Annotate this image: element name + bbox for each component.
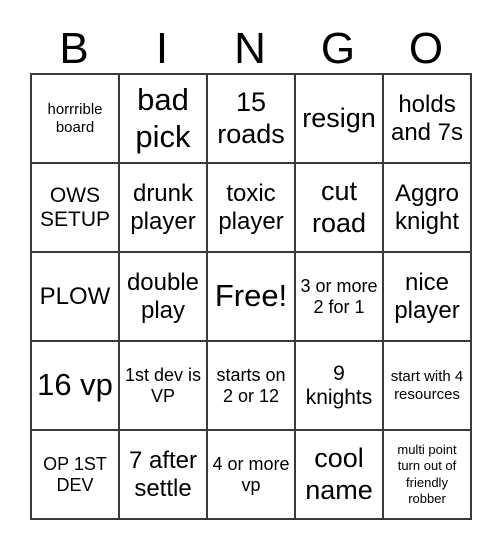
bingo-cell-label: 15 roads bbox=[217, 87, 285, 149]
bingo-grid-row: horrrible board bad pick 15 roads resign hol… bbox=[32, 75, 472, 164]
bingo-cell-label: horrrible board bbox=[47, 100, 103, 136]
bingo-cell[interactable]: 9 knights bbox=[296, 342, 384, 431]
bingo-cell-label: PLOW bbox=[39, 282, 111, 310]
bingo-cell-label: resign bbox=[302, 102, 376, 133]
bingo-cell-label: drunk player bbox=[130, 180, 196, 235]
bingo-card: B I N G O horrrible board bad pick 15 road… bbox=[30, 8, 472, 520]
bingo-cell[interactable]: multi point turn out of friendly robber bbox=[384, 431, 472, 520]
bingo-cell-label: 1st dev is VP bbox=[124, 364, 202, 406]
bingo-grid: horrrible board bad pick 15 roads resign hol… bbox=[30, 73, 472, 520]
bingo-cell-label: cut road bbox=[311, 176, 367, 238]
bingo-header-row: B I N G O bbox=[30, 8, 470, 73]
bingo-cell-label: double play bbox=[126, 269, 200, 324]
bingo-cell[interactable]: 7 after settle bbox=[120, 431, 208, 520]
bingo-header-letter-o: O bbox=[408, 24, 444, 73]
bingo-cell-label: multi point turn out of friendly robber bbox=[397, 442, 457, 506]
bingo-cell[interactable]: bad pick bbox=[120, 75, 208, 164]
bingo-header-letter-g: G bbox=[320, 24, 356, 73]
bingo-grid-row: OWS SETUP drunk player toxic player cut roa… bbox=[32, 164, 472, 253]
bingo-cell-label: holds and 7s bbox=[390, 91, 464, 146]
bingo-cell[interactable]: cut road bbox=[296, 164, 384, 253]
bingo-cell[interactable]: Aggro knight bbox=[384, 164, 472, 253]
bingo-cell[interactable]: nice player bbox=[384, 253, 472, 342]
bingo-cell-label: 9 knights bbox=[305, 361, 373, 409]
bingo-cell[interactable]: start with 4 resources bbox=[384, 342, 472, 431]
bingo-cell-label: starts on 2 or 12 bbox=[216, 364, 286, 406]
bingo-cell-label: OP 1ST DEV bbox=[43, 453, 107, 495]
bingo-cell-label: toxic player bbox=[218, 180, 284, 235]
bingo-cell[interactable]: 16 vp bbox=[32, 342, 120, 431]
bingo-cell[interactable]: 1st dev is VP bbox=[120, 342, 208, 431]
bingo-cell-label: 16 vp bbox=[37, 367, 113, 403]
bingo-header-letter-i: I bbox=[155, 24, 169, 73]
bingo-cell[interactable]: holds and 7s bbox=[384, 75, 472, 164]
bingo-cell-label: nice player bbox=[394, 269, 460, 324]
bingo-cell-label: 4 or more vp bbox=[212, 453, 290, 495]
bingo-grid-row: 16 vp 1st dev is VP starts on 2 or 12 9 kni… bbox=[32, 342, 472, 431]
bingo-cell-label: cool name bbox=[305, 443, 373, 505]
bingo-cell[interactable]: 3 or more 2 for 1 bbox=[296, 253, 384, 342]
bingo-header-letter-n: N bbox=[234, 24, 266, 73]
bingo-cell[interactable]: OWS SETUP bbox=[32, 164, 120, 253]
bingo-cell[interactable]: double play bbox=[120, 253, 208, 342]
bingo-cell[interactable]: resign bbox=[296, 75, 384, 164]
bingo-cell[interactable]: drunk player bbox=[120, 164, 208, 253]
bingo-cell[interactable]: OP 1ST DEV bbox=[32, 431, 120, 520]
bingo-free-space-cell[interactable]: Free! bbox=[208, 253, 296, 342]
bingo-cell[interactable]: starts on 2 or 12 bbox=[208, 342, 296, 431]
bingo-cell-label: start with 4 resources bbox=[390, 367, 464, 403]
bingo-cell-label: bad pick bbox=[135, 81, 191, 154]
bingo-header-letter-b: B bbox=[59, 24, 89, 73]
bingo-cell-label: Aggro knight bbox=[394, 180, 460, 235]
bingo-cell-label: 3 or more 2 for 1 bbox=[300, 275, 378, 317]
bingo-cell[interactable]: toxic player bbox=[208, 164, 296, 253]
bingo-cell[interactable]: horrrible board bbox=[32, 75, 120, 164]
bingo-grid-row: PLOW double play Free! 3 or more 2 for 1 nic… bbox=[32, 253, 472, 342]
bingo-cell[interactable]: PLOW bbox=[32, 253, 120, 342]
bingo-cell-label: Free! bbox=[214, 278, 288, 314]
bingo-cell-label: OWS SETUP bbox=[39, 183, 110, 231]
bingo-cell[interactable]: cool name bbox=[296, 431, 384, 520]
bingo-cell[interactable]: 15 roads bbox=[208, 75, 296, 164]
bingo-cell-label: 7 after settle bbox=[128, 447, 198, 502]
bingo-grid-row: OP 1ST DEV 7 after settle 4 or more vp cool… bbox=[32, 431, 472, 520]
bingo-cell[interactable]: 4 or more vp bbox=[208, 431, 296, 520]
